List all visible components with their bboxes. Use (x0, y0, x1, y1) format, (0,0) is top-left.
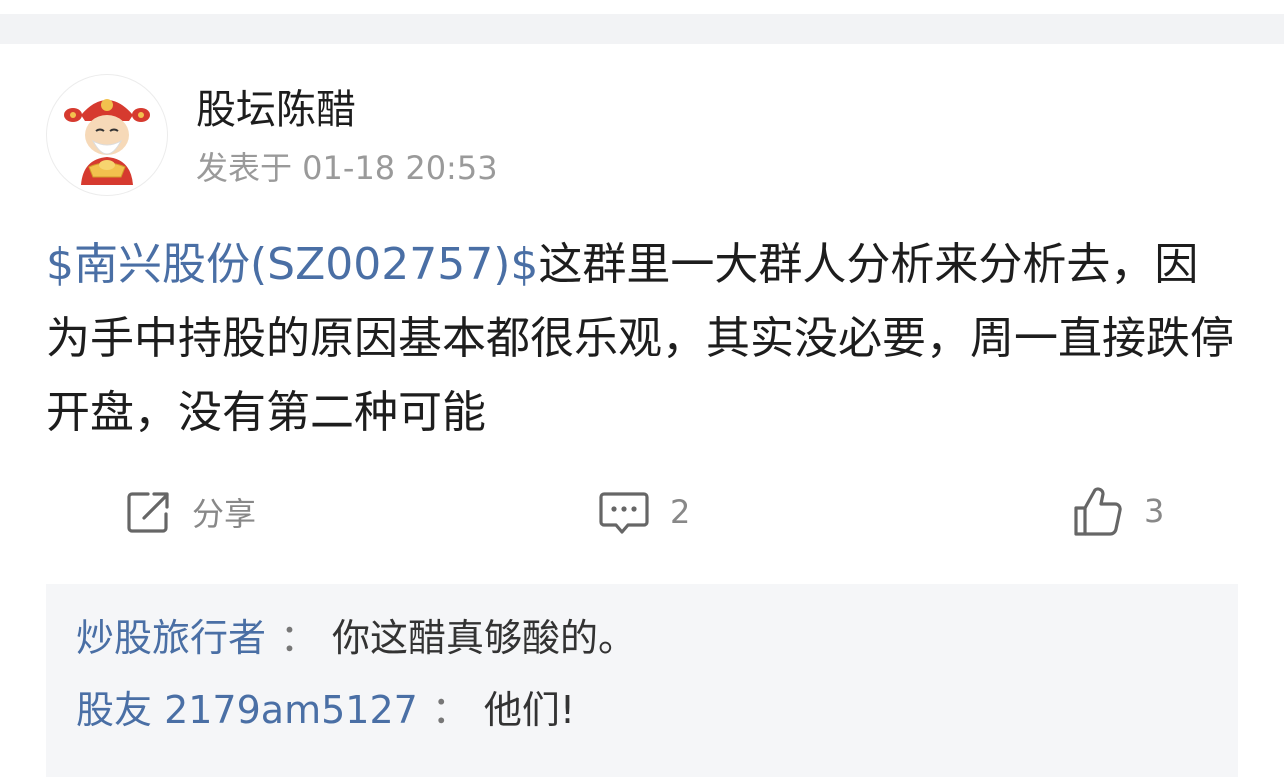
comment-item[interactable]: 股友 2179am5127 ： 他们! (76, 684, 575, 736)
share-button[interactable]: 分享 (124, 488, 256, 536)
author-name[interactable]: 股坛陈醋 (196, 84, 356, 136)
comment-button[interactable]: 2 (598, 488, 690, 536)
thumbs-up-icon (1074, 487, 1122, 536)
like-button[interactable]: 3 (1072, 484, 1164, 538)
comment-user[interactable]: 炒股旅行者 (76, 616, 266, 660)
share-icon (127, 492, 169, 533)
post-body: $南兴股份(SZ002757)$这群里一大群人分析来分析去，因为手中持股的原因基… (46, 228, 1236, 450)
caishen-avatar-icon (64, 99, 150, 185)
comment-text: 他们! (483, 688, 576, 732)
share-label: 分享 (192, 495, 257, 533)
comment-item[interactable]: 炒股旅行者 ： 你这醋真够酸的。 (76, 612, 636, 664)
author-avatar[interactable] (46, 74, 168, 196)
post-timestamp: 发表于 01-18 20:53 (196, 149, 498, 187)
comment-text: 你这醋真够酸的。 (332, 616, 637, 660)
comment-separator: ： (431, 688, 470, 732)
section-divider (0, 14, 1284, 44)
top-spacer (0, 0, 1284, 14)
comment-user[interactable]: 股友 2179am5127 (76, 688, 418, 732)
like-count: 3 (1144, 492, 1165, 530)
comment-count: 2 (670, 493, 691, 531)
comment-separator: ： (280, 616, 319, 660)
comment-icon (599, 492, 649, 534)
stock-tag-link[interactable]: $南兴股份(SZ002757)$ (46, 239, 538, 290)
